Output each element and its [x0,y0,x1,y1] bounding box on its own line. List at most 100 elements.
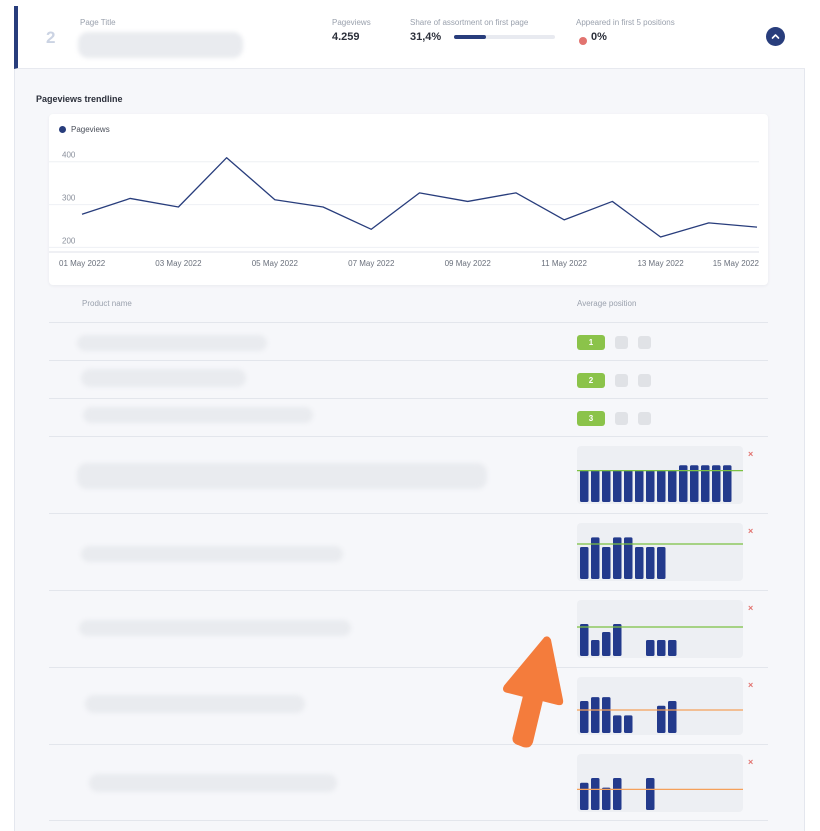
position-bar [613,778,622,810]
position-bar [657,470,666,502]
position-bar [657,640,666,656]
remove-icon[interactable]: × [748,603,753,613]
position-bar [635,547,644,579]
table-row[interactable]: 3 [49,398,768,436]
position-history-svg [577,465,743,502]
x-tick-label: 15 May 2022 [713,259,760,268]
position-bar [580,470,589,502]
position-bar [591,778,600,810]
position-bar [580,547,589,579]
pageviews-label: Pageviews [332,18,371,27]
col-average-position: Average position [577,299,637,308]
y-tick-label: 300 [62,194,76,203]
table-row[interactable]: × [49,590,768,667]
product-name-redacted [77,463,487,489]
position-bar [591,640,600,656]
x-tick-label: 07 May 2022 [348,259,395,268]
position-bar [646,547,655,579]
position-badge: 1 [577,335,605,350]
product-name-redacted [81,546,343,562]
position-bar [591,697,600,733]
x-tick-label: 05 May 2022 [252,259,299,268]
table-row[interactable]: × [49,667,768,744]
position-bar [646,640,655,656]
y-tick-label: 200 [62,236,76,245]
series-line-pageviews [81,157,758,238]
position-bar [591,470,600,502]
position-bar [635,470,644,502]
pageviews-chart: Pageviews 200 300 400 01 May 2022 03 May 202… [49,114,768,285]
position-history-chart [577,754,743,812]
trendline-title: Pageviews trendline [36,94,123,104]
position-slot [615,374,628,387]
remove-icon[interactable]: × [748,680,753,690]
product-name-redacted [79,620,351,636]
remove-icon[interactable]: × [748,757,753,767]
position-history-svg [577,537,743,579]
position-slot [638,374,651,387]
pageviews-value: 4.259 [332,31,360,43]
position-slot [615,336,628,349]
position-bar [624,470,633,502]
position-bar [613,470,622,502]
remove-icon[interactable]: × [748,526,753,536]
appeared-value: 0% [591,31,607,43]
page-title-redacted [78,32,243,58]
page-title-label: Page Title [80,18,116,27]
table-row[interactable]: × [49,744,768,821]
position-history-svg [577,697,743,733]
position-bar [624,715,633,733]
position-bar [602,547,611,579]
x-tick-label: 09 May 2022 [445,259,492,268]
x-tick-label: 03 May 2022 [155,259,202,268]
share-progress-fill [454,35,486,39]
share-progress-bar [454,35,555,39]
position-history-chart [577,600,743,658]
pageviews-chart-svg: 200 300 400 01 May 2022 03 May 2022 05 May 20… [49,151,760,268]
table-row[interactable]: 2 [49,360,768,398]
position-badge: 2 [577,373,605,388]
position-bar [580,782,589,810]
position-bar [668,701,677,733]
position-bar [657,547,666,579]
x-tick-label: 11 May 2022 [541,259,587,268]
x-tick-label: 01 May 2022 [59,259,106,268]
position-bar [646,778,655,810]
position-bar [613,624,622,656]
product-name-redacted [89,774,337,792]
share-label: Share of assortment on first page [410,18,529,27]
position-bar [580,701,589,733]
appeared-label: Appeared in first 5 positions [576,18,675,27]
table-row[interactable]: × [49,513,768,590]
position-slot [638,336,651,349]
rank-number: 2 [46,28,56,47]
product-name-redacted [85,695,305,713]
position-history-chart [577,446,743,504]
position-bar [668,640,677,656]
position-bar [602,787,611,810]
position-bar [646,470,655,502]
position-history-chart [577,523,743,581]
position-bar [613,715,622,733]
product-name-redacted [83,407,313,423]
position-bar [602,697,611,733]
position-slot [638,412,651,425]
page-summary-row[interactable]: 2 Page Title Pageviews 4.259 Share of as… [14,6,805,69]
annotation-arrow-icon [503,636,564,748]
status-dot [579,37,587,45]
product-name-redacted [81,369,246,387]
x-tick-label: 13 May 2022 [637,259,684,268]
col-product-name: Product name [82,299,132,308]
table-row[interactable]: × [49,436,768,513]
table-row[interactable]: 1 [49,322,768,360]
remove-icon[interactable]: × [748,449,753,459]
product-name-redacted [77,335,267,351]
position-bar [668,470,677,502]
position-bar [602,470,611,502]
position-bar [580,624,589,656]
position-badge: 3 [577,411,605,426]
chevron-up-icon [771,34,780,39]
collapse-button[interactable] [766,27,785,46]
position-slot [615,412,628,425]
position-history-svg [577,624,743,656]
